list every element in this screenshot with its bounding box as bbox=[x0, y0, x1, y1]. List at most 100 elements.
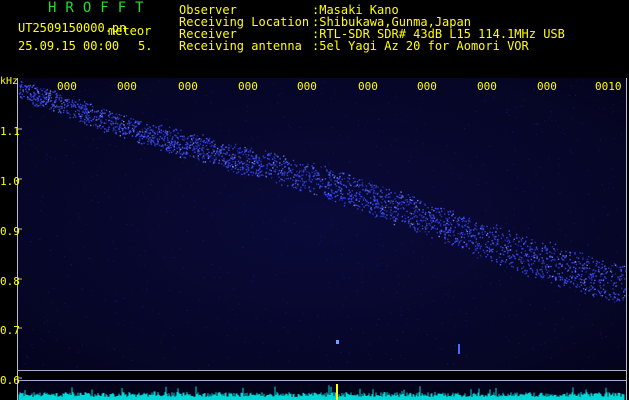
carrier-speck bbox=[505, 259, 508, 261]
carrier-speck bbox=[452, 231, 454, 233]
noise-speck bbox=[27, 241, 29, 243]
carrier-speck bbox=[362, 199, 365, 201]
carrier-speck bbox=[550, 260, 552, 262]
carrier-speck bbox=[173, 146, 175, 148]
carrier-speck bbox=[339, 175, 341, 178]
noise-speck bbox=[546, 347, 548, 348]
carrier-speck bbox=[389, 202, 392, 204]
carrier-speck bbox=[153, 134, 155, 136]
noise-speck bbox=[577, 309, 579, 311]
carrier-speck bbox=[600, 287, 602, 289]
carrier-speck bbox=[434, 228, 436, 230]
noise-speck bbox=[622, 236, 624, 237]
noise-speck bbox=[248, 343, 250, 345]
carrier-speck bbox=[504, 244, 506, 246]
carrier-speck bbox=[557, 258, 560, 260]
carrier-speck bbox=[356, 181, 359, 183]
noise-speck bbox=[420, 293, 422, 295]
carrier-speck bbox=[160, 129, 162, 131]
carrier-speck bbox=[599, 281, 601, 284]
carrier-speck bbox=[80, 115, 82, 118]
carrier-speck bbox=[373, 184, 376, 187]
carrier-speck bbox=[351, 200, 353, 203]
noise-speck bbox=[560, 116, 562, 117]
noise-speck bbox=[141, 329, 143, 331]
carrier-speck bbox=[444, 236, 446, 239]
carrier-speck bbox=[20, 87, 22, 89]
noise-speck bbox=[267, 364, 269, 366]
carrier-speck bbox=[614, 273, 616, 275]
carrier-speck bbox=[187, 137, 189, 140]
carrier-speck bbox=[334, 200, 337, 203]
noise-speck bbox=[259, 188, 260, 190]
noise-speck bbox=[459, 226, 461, 228]
noise-speck bbox=[569, 299, 571, 301]
carrier-speck bbox=[56, 92, 58, 95]
carrier-speck bbox=[247, 151, 250, 153]
carrier-speck bbox=[390, 214, 392, 217]
carrier-speck bbox=[297, 175, 300, 178]
noise-speck bbox=[571, 129, 573, 131]
noise-speck bbox=[587, 279, 589, 281]
carrier-speck bbox=[152, 125, 155, 127]
carrier-speck bbox=[456, 220, 458, 223]
carrier-speck bbox=[314, 178, 317, 180]
carrier-speck bbox=[179, 156, 182, 158]
noise-speck bbox=[167, 269, 169, 271]
carrier-speck bbox=[606, 297, 608, 299]
carrier-speck bbox=[603, 278, 605, 280]
noise-speck bbox=[543, 314, 545, 316]
noise-speck bbox=[375, 324, 377, 326]
noise-speck bbox=[476, 110, 477, 112]
carrier-speck bbox=[78, 113, 80, 115]
carrier-speck bbox=[448, 223, 450, 226]
noise-speck bbox=[563, 129, 565, 131]
carrier-speck bbox=[294, 163, 296, 166]
noise-speck bbox=[591, 292, 593, 294]
noise-speck bbox=[526, 228, 528, 230]
carrier-speck bbox=[521, 257, 523, 259]
noise-speck bbox=[582, 80, 584, 82]
carrier-speck bbox=[386, 210, 388, 212]
carrier-speck bbox=[549, 255, 551, 257]
noise-speck bbox=[538, 97, 539, 99]
noise-speck bbox=[285, 272, 287, 274]
carrier-speck bbox=[508, 249, 510, 252]
x-tick-label: 000 bbox=[477, 80, 497, 93]
noise-speck bbox=[361, 281, 363, 283]
noise-speck bbox=[156, 260, 158, 262]
carrier-speck bbox=[246, 165, 248, 168]
carrier-speck bbox=[304, 187, 306, 189]
carrier-speck bbox=[116, 122, 119, 125]
carrier-speck bbox=[444, 242, 446, 244]
carrier-speck bbox=[317, 183, 320, 186]
carrier-speck bbox=[107, 130, 109, 132]
carrier-speck bbox=[563, 284, 565, 286]
noise-speck bbox=[419, 108, 421, 110]
carrier-speck bbox=[401, 201, 403, 203]
carrier-speck bbox=[294, 174, 296, 176]
carrier-speck bbox=[350, 184, 352, 187]
carrier-speck bbox=[192, 135, 194, 137]
carrier-speck bbox=[588, 286, 591, 289]
carrier-speck bbox=[113, 128, 115, 131]
carrier-speck bbox=[170, 151, 173, 153]
carrier-speck bbox=[450, 226, 452, 229]
noise-speck bbox=[279, 195, 280, 197]
noise-speck bbox=[597, 100, 598, 102]
carrier-speck bbox=[594, 279, 596, 282]
carrier-speck bbox=[575, 261, 577, 263]
noise-speck bbox=[210, 89, 212, 91]
carrier-speck bbox=[324, 165, 326, 168]
carrier-speck bbox=[197, 152, 199, 154]
noise-speck bbox=[534, 123, 536, 125]
carrier-speck bbox=[283, 180, 285, 182]
carrier-speck bbox=[245, 168, 248, 170]
carrier-speck bbox=[584, 281, 586, 283]
noise-speck bbox=[281, 92, 283, 94]
carrier-speck bbox=[292, 179, 294, 181]
noise-speck bbox=[340, 135, 341, 137]
carrier-speck bbox=[342, 173, 345, 175]
noise-speck bbox=[356, 156, 358, 158]
carrier-speck bbox=[308, 179, 310, 181]
